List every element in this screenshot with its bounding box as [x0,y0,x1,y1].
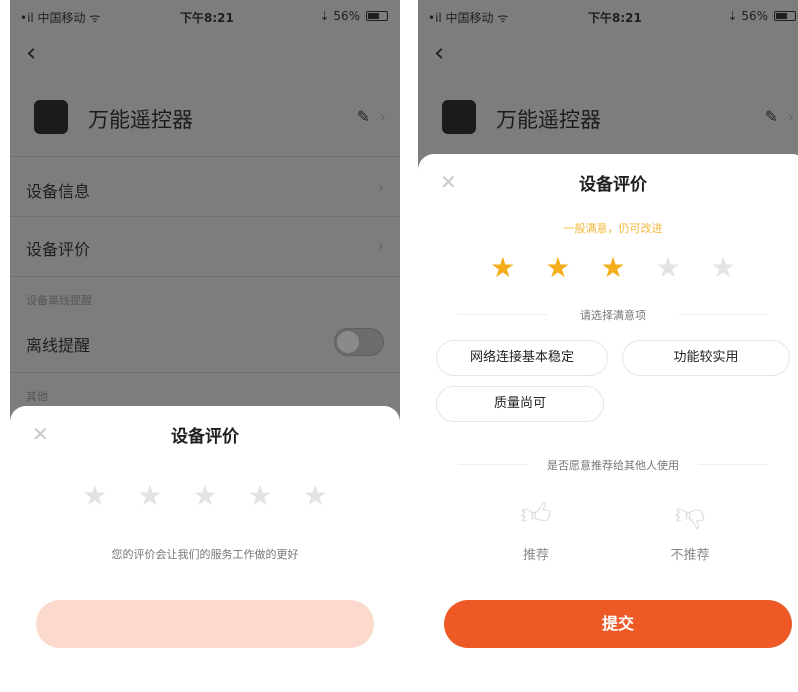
divider [10,372,400,373]
chevron-right-icon: › [787,107,794,126]
chip-quality-ok[interactable]: 质量尚可 [436,386,604,422]
menu-item-device-info[interactable]: 设备信息 [26,178,90,202]
star-icon[interactable]: ★ [600,254,625,282]
right-phone-screen: •il 中国移动 ᯤ 下午8:21 ⇣ 56% ‹ 万能遥控器 ✎ › ✕ 设备… [418,0,798,692]
submit-button[interactable]: 提交 [444,600,792,648]
section-label-offline: 设备离线提醒 [26,294,92,307]
sheet-title: 设备评价 [579,175,647,195]
star-icon[interactable]: ★ [82,482,107,510]
status-bar: •il 中国移动 ᯤ 下午8:21 ⇣ 56% [418,0,798,34]
thumbs-up-icon: 👍︎ [520,497,552,532]
offline-reminder-label: 离线提醒 [26,336,91,355]
status-bar: •il 中国移动 ᯤ 下午8:21 ⇣ 56% [10,0,400,34]
carrier-signal: •il 中国移动 ᯤ [20,11,101,25]
chevron-right-icon: › [379,107,386,126]
not-recommend-label: 不推荐 [670,548,710,563]
stage: •il 中国移动 ᯤ 下午8:21 ⇣ 56% ‹ 万能遥控器 ✎ › 设备信息… [0,0,798,692]
star-icon[interactable]: ★ [545,254,570,282]
star-icon[interactable]: ★ [137,482,162,510]
star-icon[interactable]: ★ [248,482,273,510]
star-icon[interactable]: ★ [192,482,217,510]
not-recommend-button[interactable]: 👎︎ 不推荐 [650,497,730,564]
satisfaction-prompt: 请选择满意项 [580,309,646,322]
review-hint: 您的评价会让我们的服务工作做的更好 [111,548,299,561]
review-sheet: ✕ 设备评价 一般满意，仍可改进 ★ ★ ★ ★ ★ 请选择满意项 网络连接基本稳定 功… [418,154,798,692]
device-icon [442,100,476,134]
device-icon [34,100,68,134]
recommend-label: 推荐 [522,548,549,563]
device-header: 万能遥控器 ✎ › [418,92,798,152]
star-icon[interactable]: ★ [490,254,515,282]
back-icon[interactable]: ‹ [26,40,36,66]
chevron-right-icon: › [377,236,384,255]
device-name: 万能遥控器 [88,108,193,132]
pencil-icon[interactable]: ✎ [357,107,370,126]
divider [10,216,400,217]
divider [678,314,768,315]
thumbs-down-icon: 👎︎ [674,497,706,532]
star-icon[interactable]: ★ [711,254,736,282]
left-phone-screen: •il 中国移动 ᯤ 下午8:21 ⇣ 56% ‹ 万能遥控器 ✎ › 设备信息… [10,0,400,692]
menu-item-device-review[interactable]: 设备评价 [26,236,90,260]
sheet-title: 设备评价 [171,427,239,447]
status-time: 下午8:21 [180,11,234,25]
review-sheet: ✕ 设备评价 ★ ★ ★ ★ ★ 您的评价会让我们的服务工作做的更好 [10,406,400,692]
battery-percent: ⇣ 56% [319,9,360,23]
chevron-right-icon: › [377,178,384,197]
status-time: 下午8:21 [588,11,642,25]
device-header: 万能遥控器 ✎ › [10,92,400,152]
offline-reminder-toggle[interactable] [334,328,384,356]
chip-functional[interactable]: 功能较实用 [622,340,790,376]
star-icon[interactable]: ★ [303,482,328,510]
battery-percent: ⇣ 56% [727,9,768,23]
battery-icon [774,11,796,21]
recommend-prompt: 是否愿意推荐给其他人使用 [547,459,679,472]
carrier-signal: •il 中国移动 ᯤ [428,11,509,25]
section-label-other: 其他 [26,390,48,403]
battery-icon [366,11,388,21]
divider [10,156,400,157]
recommend-button[interactable]: 👍︎ 推荐 [496,497,576,564]
star-rating: ★ ★ ★ ★ ★ [10,482,400,510]
star-rating: ★ ★ ★ ★ ★ [418,254,798,282]
back-icon[interactable]: ‹ [434,40,444,66]
star-icon[interactable]: ★ [656,254,681,282]
pencil-icon[interactable]: ✎ [765,107,778,126]
rating-message: 一般满意，仍可改进 [563,222,663,235]
device-name: 万能遥控器 [496,108,601,132]
chip-network-stable[interactable]: 网络连接基本稳定 [436,340,608,376]
submit-button-disabled[interactable] [36,600,374,648]
divider [10,276,400,277]
divider [698,464,768,465]
